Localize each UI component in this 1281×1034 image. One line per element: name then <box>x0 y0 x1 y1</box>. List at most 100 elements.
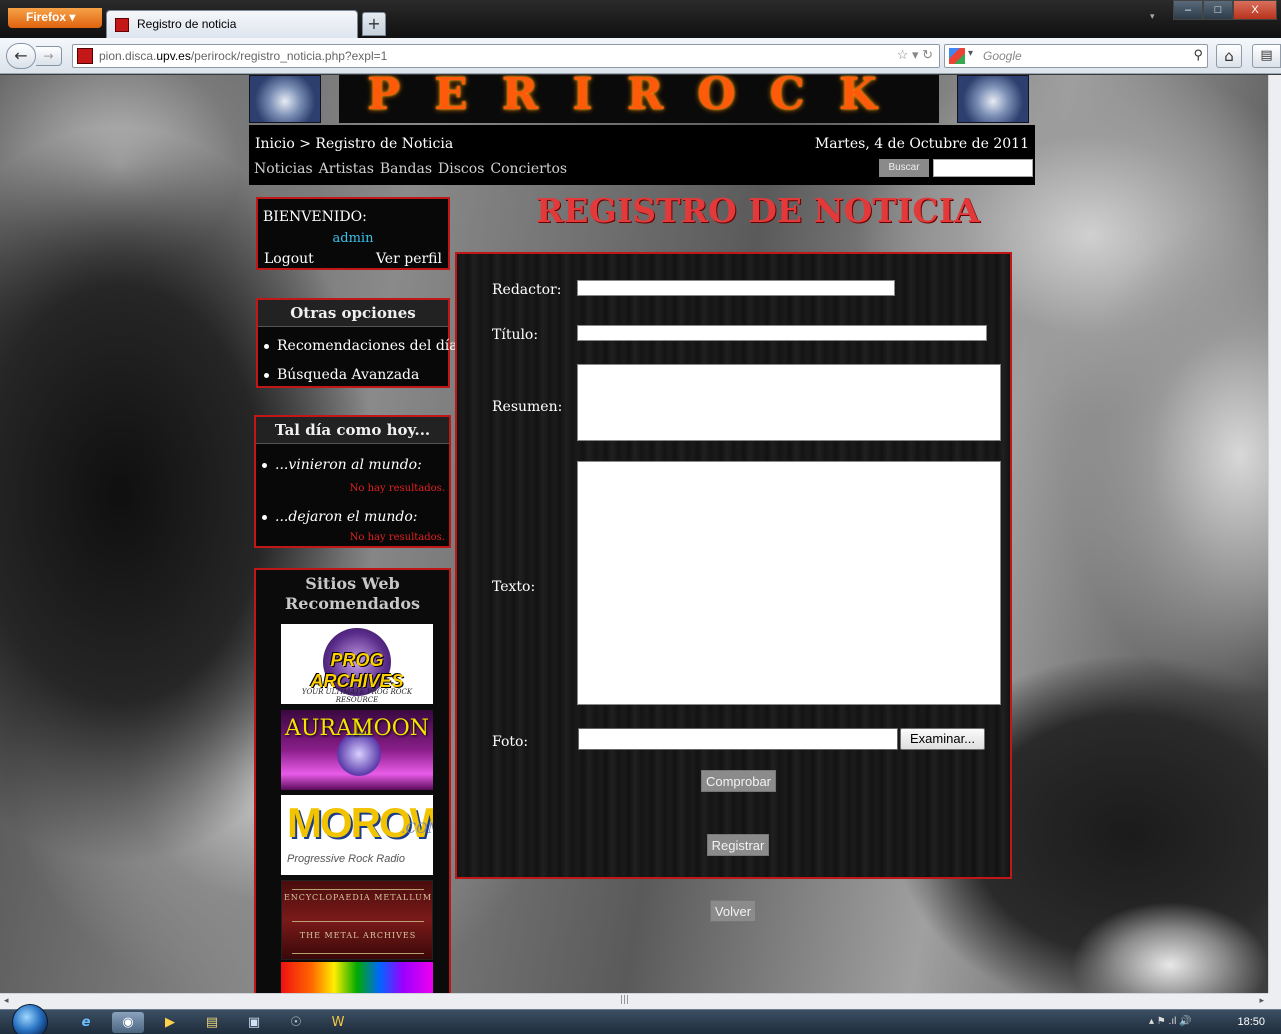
recommended-sites-box: Sitios Web Recomendados PROG ARCHIVES YO… <box>254 568 451 993</box>
url-bar[interactable]: pion.disca.upv.es/perirock/registro_noti… <box>72 44 940 68</box>
main-nav: Noticias Artistas Bandas Discos Conciert… <box>254 161 567 177</box>
file-explorer-icon[interactable]: ▤ <box>196 1012 228 1033</box>
born-item: ...vinieron al mundo: <box>262 457 422 473</box>
other-options-box: Otras opciones Recomendaciones del día B… <box>256 298 458 388</box>
nav-conciertos[interactable]: Conciertos <box>490 161 567 177</box>
decor-divider <box>292 921 424 922</box>
scrollbar-corner <box>1268 993 1281 1009</box>
on-this-day-box: Tal día como hoy... ...vinieron al mundo… <box>254 415 451 548</box>
option-advanced-search[interactable]: Búsqueda Avanzada <box>264 367 419 383</box>
page-title: REGISTRO DE NOTICIA <box>536 191 980 230</box>
resumen-textarea[interactable] <box>577 364 1001 441</box>
media-player-icon[interactable]: ▶ <box>154 1012 186 1033</box>
option-label: Búsqueda Avanzada <box>277 367 420 383</box>
scroll-left-icon[interactable]: ◂ <box>4 996 9 1006</box>
site-logo[interactable]: PERIROCK <box>339 75 939 123</box>
scroll-grip-icon[interactable]: ||| <box>620 995 629 1005</box>
clock[interactable]: 18:50 <box>1237 1016 1265 1028</box>
bookmarks-menu-button[interactable]: ▤ <box>1252 44 1281 68</box>
aural-moon-logo[interactable]: AURAL MOON <box>281 710 433 790</box>
page-viewport: PERIROCK Inicio > Registro de Noticia Ma… <box>0 75 1268 993</box>
maximize-button[interactable]: □ <box>1203 0 1233 20</box>
winamp-icon[interactable]: W <box>322 1012 354 1033</box>
born-label: ...vinieron al mundo: <box>275 457 422 473</box>
search-button[interactable]: Buscar <box>879 159 929 177</box>
recommended-sites-title: Sitios Web Recomendados <box>284 574 421 613</box>
firefox-menu-button[interactable]: Firefox ▾ <box>8 8 102 28</box>
welcome-title: BIENVENIDO: <box>263 209 367 225</box>
metal-archives-line1: ENCYCLOPAEDIA METALLUM <box>283 893 433 902</box>
url-host: upv.es <box>156 49 191 63</box>
top-navigation-panel: Inicio > Registro de Noticia Martes, 4 d… <box>249 125 1035 185</box>
nav-artistas[interactable]: Artistas <box>319 161 374 177</box>
document-icon[interactable]: ▣ <box>238 1012 270 1033</box>
url-path: /perirock/registro_noticia.php?expl=1 <box>190 49 388 63</box>
redactor-input[interactable] <box>577 280 895 296</box>
google-engine-icon[interactable] <box>949 48 965 64</box>
home-button[interactable]: ⌂ <box>1216 44 1242 68</box>
partial-site-logo[interactable] <box>281 962 433 993</box>
foto-file-input[interactable] <box>578 728 898 750</box>
browse-button[interactable]: Examinar... <box>900 728 985 750</box>
option-recommendations[interactable]: Recomendaciones del día <box>264 338 458 354</box>
tray-icons[interactable]: ▴ ⚑ .ıl 🔊 <box>1149 1016 1192 1027</box>
current-date: Martes, 4 de Octubre de 2011 <box>814 136 1029 152</box>
scroll-right-icon[interactable]: ▸ <box>1259 996 1264 1006</box>
morow-suffix: .COM <box>401 821 433 837</box>
metal-archives-line2: THE METAL ARCHIVES <box>299 931 417 940</box>
nav-bandas[interactable]: Bandas <box>380 161 432 177</box>
site-identity-icon[interactable] <box>77 48 93 64</box>
texto-textarea[interactable] <box>577 461 1001 705</box>
other-options-title: Otras opciones <box>258 300 448 327</box>
search-bar[interactable]: ▾ Google ⚲ <box>944 44 1208 68</box>
forward-button[interactable]: → <box>36 46 62 66</box>
bullet-icon <box>264 343 269 349</box>
breadcrumb[interactable]: Inicio > Registro de Noticia <box>255 136 453 152</box>
site-favicon-icon <box>115 18 129 32</box>
nav-discos[interactable]: Discos <box>438 161 484 177</box>
news-form: Redactor: Título: Resumen: Texto: Foto: … <box>455 252 1012 879</box>
decor-divider <box>292 953 424 954</box>
eagle-emblem-icon <box>249 75 321 123</box>
close-window-button[interactable]: X <box>1233 0 1277 20</box>
back-link-button[interactable]: Volver <box>710 900 756 922</box>
internet-explorer-icon[interactable]: e <box>70 1012 102 1033</box>
system-tray: ▴ ⚑ .ıl 🔊 18:50 <box>1141 1010 1281 1034</box>
titulo-input[interactable] <box>577 325 987 341</box>
media-center-icon[interactable]: ☉ <box>280 1012 312 1033</box>
foto-label: Foto: <box>492 734 529 750</box>
browser-navbar: ← → pion.disca.upv.es/perirock/registro_… <box>0 38 1281 74</box>
check-button[interactable]: Comprobar <box>701 770 776 792</box>
aural-moon-right: MOON <box>351 716 429 741</box>
history-buttons: ← → <box>6 43 68 69</box>
search-icon[interactable]: ⚲ <box>1193 47 1203 63</box>
minimize-button[interactable]: – <box>1173 0 1203 20</box>
firefox-taskbar-icon[interactable]: ◉ <box>112 1012 144 1033</box>
bookmark-star-icon[interactable]: ☆ ▾ ↻ <box>897 47 933 63</box>
logout-link[interactable]: Logout <box>264 251 314 267</box>
nav-noticias[interactable]: Noticias <box>254 161 313 177</box>
welcome-box: BIENVENIDO: admin Logout Ver perfil <box>256 197 450 270</box>
engine-dropdown-icon[interactable]: ▾ <box>968 48 973 59</box>
register-button[interactable]: Registrar <box>707 834 769 856</box>
back-button[interactable]: ← <box>6 43 36 69</box>
redactor-label: Redactor: <box>492 282 562 298</box>
bullet-icon <box>262 462 267 468</box>
prog-archives-logo[interactable]: PROG ARCHIVES YOUR ULTIMATE PROG ROCK RE… <box>281 624 433 704</box>
on-this-day-title: Tal día como hoy... <box>256 417 449 444</box>
vertical-scrollbar[interactable] <box>1268 75 1281 993</box>
horizontal-scrollbar[interactable]: ◂ ||| ▸ <box>0 993 1268 1009</box>
metal-archives-logo[interactable]: ENCYCLOPAEDIA METALLUM THE METAL ARCHIVE… <box>281 880 433 960</box>
url-prefix: pion.disca. <box>99 49 157 63</box>
browser-tab[interactable]: Registro de noticia <box>106 10 358 38</box>
username: admin <box>332 231 374 246</box>
view-profile-link[interactable]: Ver perfil <box>376 251 442 267</box>
new-tab-button[interactable]: + <box>362 12 386 36</box>
died-no-results: No hay resultados. <box>349 532 445 543</box>
tab-list-icon[interactable]: ▾ <box>1150 12 1155 22</box>
tab-title: Registro de noticia <box>137 17 237 31</box>
site-search-input[interactable] <box>933 159 1033 177</box>
start-button[interactable] <box>12 1004 48 1034</box>
bullet-icon <box>262 514 267 520</box>
morow-logo[interactable]: MOROW .COM Progressive Rock Radio <box>281 795 433 875</box>
